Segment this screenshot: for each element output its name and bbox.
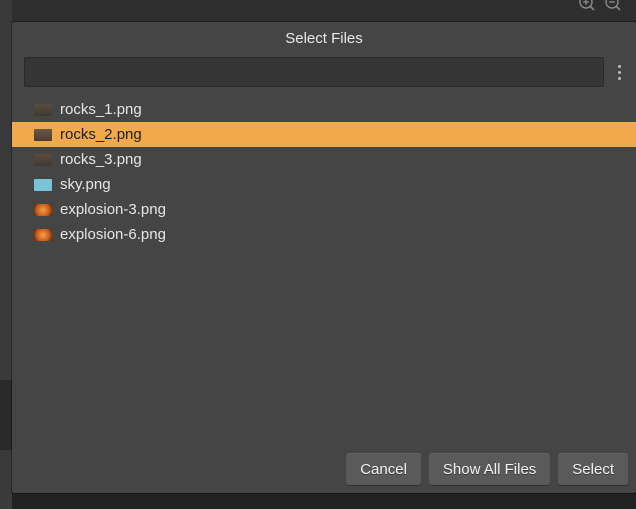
list-item[interactable]: rocks_3.png [12,147,636,172]
cancel-button[interactable]: Cancel [346,453,421,485]
list-item[interactable]: rocks_2.png [12,122,636,147]
file-thumbnail-icon [34,204,52,216]
file-name-label: rocks_1.png [60,101,142,118]
file-name-label: rocks_3.png [60,151,142,168]
select-button[interactable]: Select [558,453,628,485]
search-input[interactable] [24,57,604,87]
file-name-label: explosion-6.png [60,226,166,243]
file-name-label: rocks_2.png [60,126,142,143]
zoom-out-icon[interactable] [604,0,622,12]
file-list[interactable]: rocks_1.png rocks_2.png rocks_3.png sky.png… [12,95,636,443]
zoom-in-icon[interactable] [578,0,596,12]
file-name-label: sky.png [60,176,111,193]
zoom-icons [578,0,622,12]
list-item[interactable]: rocks_1.png [12,97,636,122]
file-name-label: explosion-3.png [60,201,166,218]
list-item[interactable]: explosion-3.png [12,197,636,222]
list-item[interactable]: explosion-6.png [12,222,636,247]
file-thumbnail-icon [34,229,52,241]
bg-top-strip [0,0,636,22]
more-options-icon[interactable] [612,65,626,80]
app-backdrop: Select Files rocks_1.pngrocks_2.pngrocks… [0,0,636,509]
dialog-footer: Cancel Show All Files Select [12,443,636,493]
file-thumbnail-icon [34,129,52,141]
search-row [12,57,636,95]
file-thumbnail-icon [34,179,52,191]
show-all-files-button[interactable]: Show All Files [429,453,550,485]
file-thumbnail-icon [34,104,52,116]
select-files-dialog: Select Files rocks_1.pngrocks_2.pngrocks… [12,22,636,493]
list-item[interactable]: sky.png [12,172,636,197]
dialog-title: Select Files [12,22,636,57]
file-thumbnail-icon [34,154,52,166]
